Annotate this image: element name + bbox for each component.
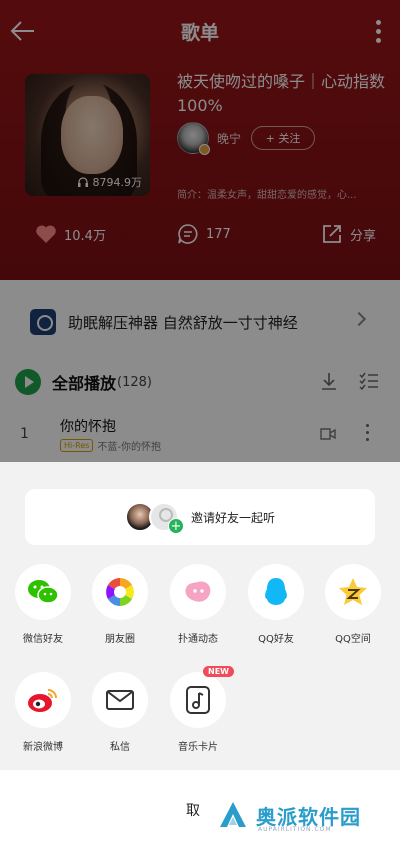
share-sheet: + 邀请好友一起听 微信好友 朋友圈 扑通动态 QQ好友 QQ空间 新浪微博 私… [0,462,400,842]
share-music-card[interactable]: NEW 音乐卡片 [163,666,234,753]
invite-friends-button[interactable]: + 邀请好友一起听 [25,489,375,545]
cancel-label: 取 [186,803,200,819]
putong-icon [170,564,226,620]
watermark-subtext: AUPAIRLITION.COM [258,826,332,833]
share-putong[interactable]: 扑通动态 [163,564,233,645]
share-label: QQ好友 [258,634,294,645]
share-label: 扑通动态 [178,634,218,645]
share-weibo[interactable]: 新浪微博 [8,672,78,753]
share-label: 微信好友 [23,634,63,645]
weibo-icon [15,672,71,728]
music-card-icon: NEW [170,666,234,728]
dim-overlay[interactable] [0,0,400,462]
invite-label: 邀请好友一起听 [190,510,275,525]
share-private-message[interactable]: 私信 [85,672,155,753]
wechat-icon [15,564,71,620]
add-icon: + [167,518,184,534]
share-qzone[interactable]: QQ空间 [318,564,388,645]
moments-icon [92,564,148,620]
share-qq-friend[interactable]: QQ好友 [241,564,311,645]
share-label: QQ空间 [335,634,371,645]
qq-icon [248,564,304,620]
new-badge: NEW [203,666,234,677]
qzone-icon [325,564,381,620]
mail-icon [92,672,148,728]
share-label: 新浪微博 [23,742,63,753]
watermark-logo-icon [220,802,246,827]
invite-avatars: + [124,500,184,534]
share-moments[interactable]: 朋友圈 [85,564,155,645]
share-label: 朋友圈 [105,634,135,645]
share-label: 音乐卡片 [178,742,218,753]
share-wechat-friend[interactable]: 微信好友 [8,564,78,645]
share-label: 私信 [110,742,130,753]
watermark: 奥派软件园 AUPAIRLITION.COM [200,788,400,842]
